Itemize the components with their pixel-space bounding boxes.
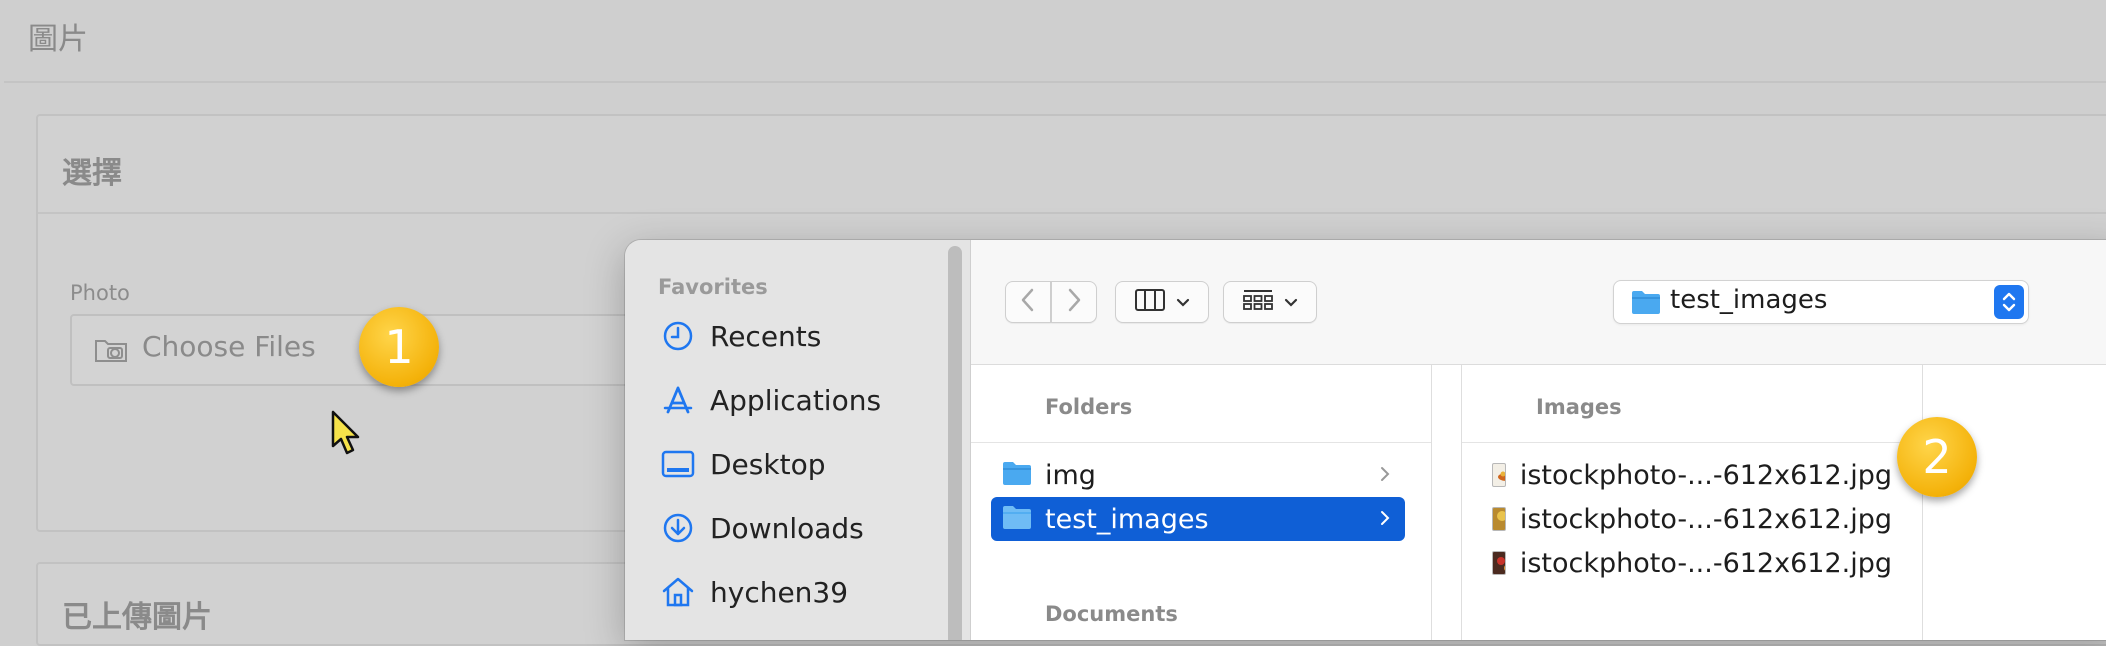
chevron-right-icon xyxy=(1066,287,1082,317)
documents-header: Documents xyxy=(1045,602,1178,626)
images-column: Images istockphoto-...-612x612.jpg istoc… xyxy=(1461,365,1923,640)
image-file-row[interactable]: istockphoto-...-612x612.jpg xyxy=(1492,541,1892,585)
image-thumbnail-icon xyxy=(1492,463,1506,487)
file-name: istockphoto-...-612x612.jpg xyxy=(1519,503,1892,535)
step-badge-1: 1 xyxy=(359,307,439,387)
chevron-down-icon xyxy=(1176,293,1190,312)
image-thumbnail-icon xyxy=(1492,507,1506,531)
folder-name: img xyxy=(1045,459,1096,491)
desktop-icon xyxy=(660,446,696,482)
sidebar-item-label: Recents xyxy=(710,319,822,353)
dialog-sidebar: Favorites Recents Applications Desktop D… xyxy=(625,240,971,640)
sidebar-item-applications[interactable]: Applications xyxy=(660,380,881,420)
back-button[interactable] xyxy=(1005,281,1051,323)
chevron-right-icon xyxy=(1379,508,1391,532)
view-mode-button[interactable] xyxy=(1115,281,1209,323)
choose-files-label: Choose Files xyxy=(142,330,316,363)
file-open-dialog: Favorites Recents Applications Desktop D… xyxy=(625,240,2106,640)
images-header: Images xyxy=(1536,395,1622,419)
photo-label: Photo xyxy=(70,281,130,305)
clock-icon xyxy=(660,318,696,354)
applications-icon xyxy=(660,382,696,418)
image-file-row[interactable]: istockphoto-...-612x612.jpg xyxy=(1492,453,1892,497)
sidebar-item-label: hychen39 xyxy=(710,575,849,609)
chevron-left-icon xyxy=(1020,287,1036,317)
file-name: istockphoto-...-612x612.jpg xyxy=(1519,547,1892,579)
favorites-heading: Favorites xyxy=(658,275,768,299)
sidebar-item-desktop[interactable]: Desktop xyxy=(660,444,825,484)
updown-chevron-icon xyxy=(1994,285,2024,319)
divider xyxy=(971,442,1431,443)
grid-group-icon xyxy=(1242,288,1274,316)
page-title: 圖片 xyxy=(28,22,88,57)
divider xyxy=(38,212,2106,214)
sidebar-item-label: Applications xyxy=(710,383,882,417)
select-section-title: 選擇 xyxy=(62,156,122,191)
file-name: istockphoto-...-612x612.jpg xyxy=(1519,459,1892,491)
folder-image-icon xyxy=(94,337,128,367)
mouse-cursor-icon xyxy=(330,410,364,462)
sidebar-item-label: Desktop xyxy=(710,447,826,481)
location-popup[interactable]: test_images xyxy=(1613,280,2029,324)
image-thumbnail-icon xyxy=(1492,551,1506,575)
home-icon xyxy=(660,574,696,610)
image-file-row[interactable]: istockphoto-...-612x612.jpg xyxy=(1492,497,1892,541)
divider xyxy=(1462,442,1922,443)
dialog-toolbar: test_images xyxy=(971,240,2106,365)
folder-row-img[interactable]: img xyxy=(991,453,1405,497)
downloads-icon xyxy=(660,510,696,546)
sidebar-item-label: Downloads xyxy=(710,511,864,545)
folder-row-test-images[interactable]: test_images xyxy=(991,497,1405,541)
folder-icon xyxy=(1001,459,1033,491)
folder-icon xyxy=(1001,503,1033,535)
chevron-down-icon xyxy=(1284,293,1298,312)
divider xyxy=(4,81,2106,83)
folder-icon xyxy=(1630,288,1662,320)
forward-button[interactable] xyxy=(1051,281,1097,323)
group-button[interactable] xyxy=(1223,281,1317,323)
uploaded-section-title: 已上傳圖片 xyxy=(62,600,212,635)
chevron-right-icon xyxy=(1379,464,1391,488)
sidebar-scrollbar[interactable] xyxy=(948,246,962,640)
folder-name: test_images xyxy=(1045,503,1209,535)
step-badge-2: 2 xyxy=(1897,417,1977,497)
sidebar-item-downloads[interactable]: Downloads xyxy=(660,508,864,548)
column-view-icon xyxy=(1134,288,1166,316)
folders-column: Folders img test_images Documents xyxy=(971,365,1432,640)
location-label: test_images xyxy=(1670,285,1828,315)
folders-header: Folders xyxy=(1045,395,1133,419)
sidebar-item-home[interactable]: hychen39 xyxy=(660,572,848,612)
sidebar-item-recents[interactable]: Recents xyxy=(660,316,821,356)
